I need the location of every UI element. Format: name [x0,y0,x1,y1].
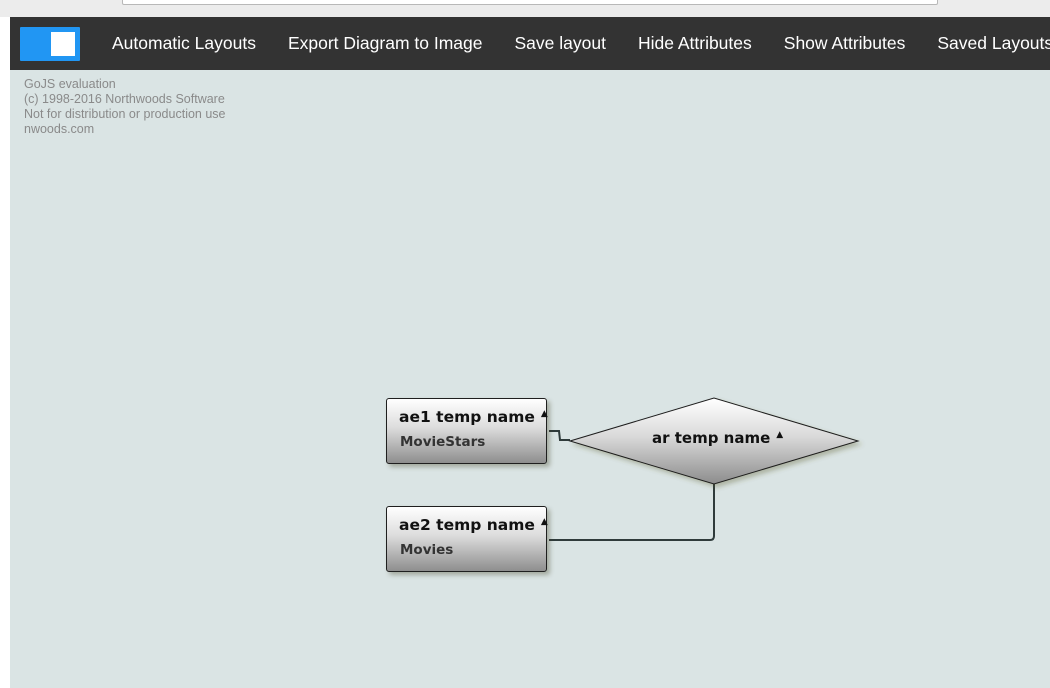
menu-bar: Automatic Layouts Export Diagram to Imag… [10,17,1050,70]
menu-automatic-layouts[interactable]: Automatic Layouts [96,17,272,70]
address-bar[interactable] [122,0,938,5]
entity-node-ae1[interactable]: ae1 temp name ▲ MovieStars [386,398,548,464]
entity-name-text: ae2 temp name [399,516,535,534]
layout-toggle-switch[interactable] [20,26,80,61]
diagram-links [549,397,860,541]
toggle-knob[interactable] [51,31,75,56]
browser-top-strip [0,0,1050,18]
relationship-name: ar temp name [652,429,771,447]
page-gutter [0,17,10,688]
link-ae1-to-relationship[interactable] [549,430,570,441]
menu-show-attributes[interactable]: Show Attributes [768,17,922,70]
relationship-label: ar temp name ▲ [652,429,783,447]
entity-name: ae1 temp name ▲ [399,408,548,426]
menu-save-layout[interactable]: Save layout [499,17,622,70]
entity-table-name: MovieStars [400,434,486,450]
collapse-caret-icon[interactable]: ▲ [541,517,548,527]
collapse-caret-icon[interactable]: ▲ [541,409,548,419]
link-ae2-to-relationship[interactable] [549,484,715,541]
diagram-canvas[interactable]: GoJS evaluation (c) 1998-2016 Northwoods… [10,70,1050,688]
entity-table-name: Movies [400,542,454,558]
entity-name: ae2 temp name ▲ [399,516,548,534]
menu-saved-layouts[interactable]: Saved Layouts [921,17,1050,70]
collapse-caret-icon[interactable]: ▲ [776,430,783,440]
entity-node-ae2[interactable]: ae2 temp name ▲ Movies [386,506,548,572]
menu-export-diagram[interactable]: Export Diagram to Image [272,17,499,70]
menu-hide-attributes[interactable]: Hide Attributes [622,17,768,70]
entity-name-text: ae1 temp name [399,408,535,426]
